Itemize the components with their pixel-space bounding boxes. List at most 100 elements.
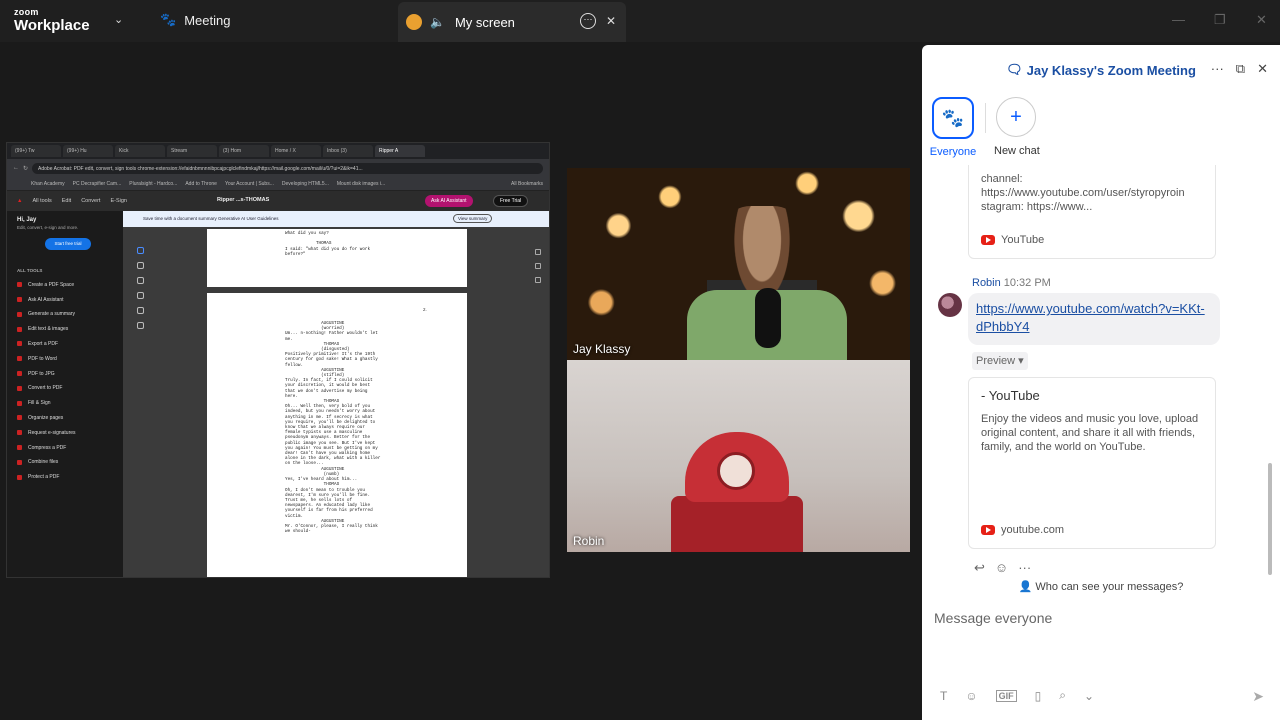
window-close-icon[interactable]: ✕ <box>1256 12 1267 28</box>
tool-label: PDF to JPG <box>28 370 55 377</box>
new-chat-button[interactable]: + New chat <box>994 97 1040 157</box>
my-screen-tab[interactable]: 🔈 My screen ··· ✕ <box>398 2 626 42</box>
back-icon[interactable]: ← <box>13 165 19 171</box>
tool-item[interactable]: Request e-signatures <box>17 430 113 436</box>
browser-tab[interactable]: (3) Hom <box>219 145 269 157</box>
send-icon[interactable]: ➤ <box>1252 688 1264 705</box>
rail-icon[interactable] <box>535 263 541 269</box>
more-options-icon[interactable]: ··· <box>580 13 596 29</box>
menu-all-tools[interactable]: All tools <box>32 198 51 204</box>
file-icon[interactable]: ▯ <box>1035 689 1042 703</box>
tool-item[interactable]: Generate a summary <box>17 311 113 317</box>
browser-tab[interactable]: Stream <box>167 145 217 157</box>
preview-toggle[interactable]: Preview ▾ <box>972 352 1028 370</box>
tool-item[interactable]: Ask AI Assistant <box>17 297 113 303</box>
gif-button[interactable]: GIF <box>995 689 1017 702</box>
minimize-icon[interactable]: — <box>1172 12 1185 27</box>
link-preview-card[interactable]: - YouTube Enjoy the videos and music you… <box>968 377 1216 549</box>
tool-item[interactable]: PDF to JPG <box>17 371 113 377</box>
tool-item[interactable]: Protect a PDF <box>17 474 113 480</box>
stamp-tool-icon[interactable] <box>137 322 144 329</box>
document-filename[interactable]: Ripper ...s-THOMAS <box>217 197 269 203</box>
close-icon[interactable]: ✕ <box>606 14 616 28</box>
bookmark-item[interactable]: Add to Throne <box>185 181 217 187</box>
tool-label: Fill & Sign <box>28 400 51 407</box>
screenshot-icon[interactable]: ⌕ <box>1059 688 1066 703</box>
browser-tab[interactable]: (99+) Tw <box>11 145 61 157</box>
pen-tool-icon[interactable] <box>137 277 144 284</box>
bookmark-item[interactable]: PC Decrapifier Cam... <box>73 181 122 187</box>
video-tile-jay[interactable]: Jay Klassy <box>567 168 910 360</box>
start-trial-button[interactable]: Start free trial <box>45 238 91 250</box>
bookmark-item[interactable]: Your Account | Subs... <box>225 181 274 187</box>
scrollbar[interactable] <box>1268 463 1272 575</box>
chevron-down-icon[interactable]: ⌄ <box>114 13 123 26</box>
emoji-react-icon[interactable]: ☺ <box>995 560 1008 575</box>
free-trial-button[interactable]: Free Trial <box>493 195 529 207</box>
message-link[interactable]: https://www.youtube.com/watch?v=KKt-dPhb… <box>976 301 1205 334</box>
card-description: Enjoy the videos and music you love, upl… <box>981 413 1199 453</box>
bookmarks-bar: Khan Academy PC Decrapifier Cam... Plura… <box>7 177 549 191</box>
tool-item[interactable]: Convert to PDF <box>17 385 113 391</box>
meeting-tab[interactable]: 🐾 Meeting <box>160 12 230 28</box>
zoom-workplace-logo[interactable]: zoom Workplace <box>14 7 90 34</box>
new-chat-label: New chat <box>994 145 1040 157</box>
who-can-see[interactable]: 👤 Who can see your messages? <box>922 580 1280 593</box>
view-summary-button[interactable]: View summary <box>453 214 493 223</box>
text-tool-icon[interactable] <box>137 307 144 314</box>
channel-everyone[interactable]: 🐾 Everyone <box>930 97 976 158</box>
rail-icon[interactable] <box>535 249 541 255</box>
chevron-down-icon[interactable]: ⌄ <box>1084 689 1094 703</box>
browser-tab[interactable]: Inbox (3) <box>323 145 373 157</box>
sender-name[interactable]: Robin <box>972 277 1001 289</box>
browser-tab-active[interactable]: Ripper A <box>375 145 425 157</box>
message-input[interactable]: Message everyone <box>934 610 1052 626</box>
acrobat-logo-icon: ▲ <box>17 198 23 204</box>
brand-top: zoom <box>14 7 39 17</box>
url-field[interactable]: Adobe Acrobat: PDF edit, convert, sign t… <box>32 162 543 174</box>
reply-icon[interactable]: ↩ <box>974 560 985 575</box>
tool-item[interactable]: Combine files <box>17 459 113 465</box>
tool-icon <box>17 445 22 451</box>
pop-out-icon[interactable]: ⧉ <box>1236 61 1245 77</box>
rail-icon[interactable] <box>535 277 541 283</box>
bookmark-item[interactable]: Khan Academy <box>31 181 65 187</box>
browser-tab[interactable]: Home / X <box>271 145 321 157</box>
tool-item[interactable]: Edit text & images <box>17 326 113 332</box>
bookmark-item[interactable]: All Bookmarks <box>511 181 543 187</box>
menu-convert[interactable]: Convert <box>81 198 100 204</box>
ask-ai-button[interactable]: Ask AI Assistant <box>425 195 473 207</box>
tool-label: Ask AI Assistant <box>28 296 64 303</box>
tool-item[interactable]: Fill & Sign <box>17 400 113 406</box>
zoom-tool-icon[interactable] <box>137 262 144 269</box>
avatar[interactable] <box>938 293 962 317</box>
draw-tool-icon[interactable] <box>137 292 144 299</box>
bookmark-item[interactable]: Developing HTML5... <box>282 181 329 187</box>
tool-item[interactable]: PDF to Word <box>17 356 113 362</box>
select-tool-icon[interactable] <box>137 247 144 254</box>
close-icon[interactable]: ✕ <box>1257 61 1268 77</box>
menu-esign[interactable]: E-Sign <box>110 198 127 204</box>
more-icon[interactable]: ··· <box>1211 61 1224 77</box>
tool-icon <box>17 430 22 436</box>
more-icon[interactable]: ··· <box>1018 560 1031 575</box>
link-preview-card[interactable]: channel: https://www.youtube.com/user/st… <box>968 165 1216 259</box>
video-tile-robin[interactable]: Robin <box>567 360 910 552</box>
browser-tab[interactable]: Kick <box>115 145 165 157</box>
tool-item[interactable]: Create a PDF Space <box>17 282 113 288</box>
text-format-icon[interactable]: T <box>940 689 947 703</box>
tool-item[interactable]: Compress a PDF <box>17 445 113 451</box>
reload-icon[interactable]: ↻ <box>23 165 28 172</box>
menu-edit[interactable]: Edit <box>62 198 71 204</box>
speaker-icon[interactable]: 🔈 <box>430 15 445 29</box>
bookmark-item[interactable]: Pluralsight - Hardco... <box>129 181 177 187</box>
page-text: AUGUSTINE (worried) Um... n-nothing! Fat… <box>285 321 381 535</box>
chat-title: 🗨 Jay Klassy's Zoom Meeting <box>1006 62 1196 78</box>
emoji-icon[interactable]: ☺ <box>965 689 977 703</box>
browser-tab[interactable]: (99+) Hu <box>63 145 113 157</box>
maximize-icon[interactable]: ❐ <box>1214 12 1226 28</box>
tool-item[interactable]: Export a PDF <box>17 341 113 347</box>
tool-label: Convert to PDF <box>28 385 63 392</box>
tool-item[interactable]: Organize pages <box>17 415 113 421</box>
bookmark-item[interactable]: Mount disk images i... <box>337 181 385 187</box>
